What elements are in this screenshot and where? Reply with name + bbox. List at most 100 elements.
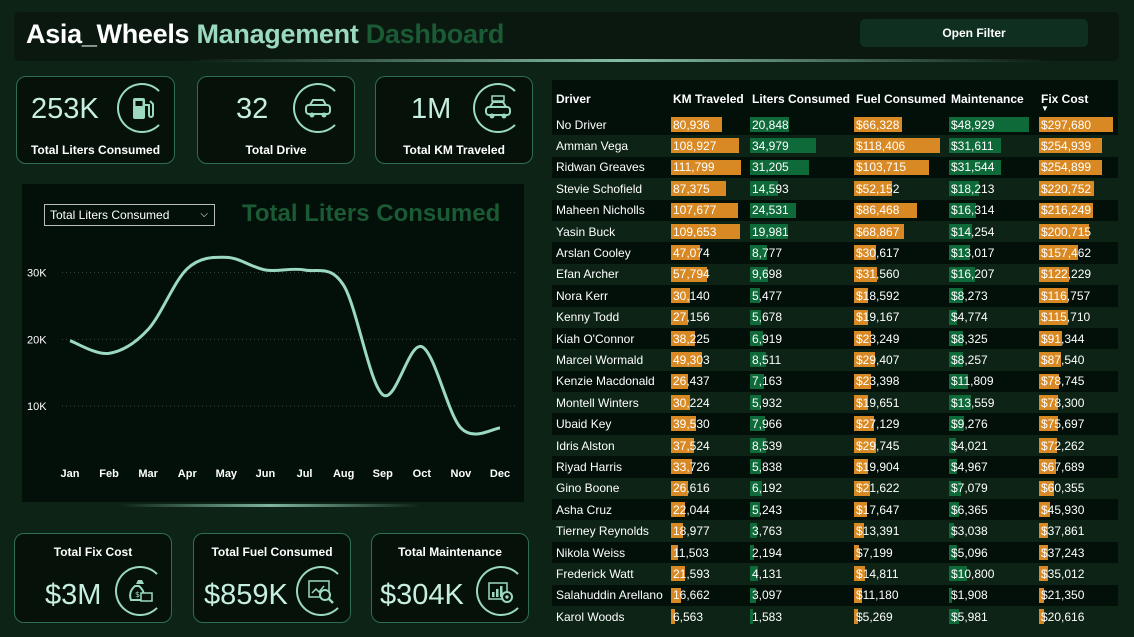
table-row[interactable]: Efan Archer 57,794 9,698 $31,560 $16,207 $122… [552, 263, 1118, 286]
data-point[interactable] [261, 266, 269, 274]
table-row[interactable]: Kiah O'Connor 38,225 6,919 $23,249 $8,325 $91… [552, 327, 1118, 350]
fix-cell: $35,012 [1037, 563, 1118, 585]
data-point[interactable] [418, 343, 426, 351]
kpi-total-fix-cost: Total Fix Cost $3M $ [14, 533, 172, 623]
data-point[interactable] [457, 424, 465, 432]
fuel-cell: $30,617 [852, 242, 947, 264]
svg-text:$: $ [135, 590, 140, 599]
table-row[interactable]: No Driver 80,936 20,848 $66,328 $48,929 $297,… [552, 114, 1118, 136]
liters-value: 20,848 [752, 117, 789, 132]
data-point[interactable] [144, 325, 152, 333]
driver-cell: Ubaid Key [552, 413, 669, 435]
liters-value: 6,192 [752, 481, 783, 496]
fuel-cell: $66,328 [852, 114, 947, 136]
maint-cell: $1,908 [947, 584, 1037, 606]
km-cell: 16,662 [669, 584, 748, 606]
fuel-value: $103,715 [856, 160, 907, 175]
table-row[interactable]: Asha Cruz 22,044 5,243 $17,647 $6,365 $45,930 [552, 499, 1118, 521]
fuel-value: $13,391 [856, 524, 900, 539]
km-cell: 80,936 [669, 114, 748, 136]
fuel-value: $29,745 [856, 438, 900, 453]
table-row[interactable]: Stevie Schofield 87,375 14,593 $52,152 $18,2… [552, 178, 1118, 200]
table-row[interactable]: Ubaid Key 39,530 7,966 $27,129 $9,276 $75,697 [552, 413, 1118, 435]
table-header-row: Driver KM Traveled Liters Consumed Fuel … [552, 80, 1118, 114]
table-row[interactable]: Riyad Harris 33,726 5,838 $19,904 $4,967 $67,… [552, 456, 1118, 478]
drivers-table: Driver KM Traveled Liters Consumed Fuel … [552, 80, 1118, 628]
table-row[interactable]: Amman Vega 108,927 34,979 $118,406 $31,611 $2… [552, 135, 1118, 157]
maint-cell: $31,544 [947, 156, 1037, 179]
table-row[interactable]: Idris Alston 37,524 8,539 $29,745 $4,021 $72,… [552, 434, 1118, 457]
km-value: 107,677 [673, 203, 717, 218]
table-row[interactable]: Frederick Watt 21,593 4,131 $14,811 $10,800 $… [552, 563, 1118, 585]
column-header-fuel[interactable]: Fuel Consumed [852, 80, 947, 114]
table-row[interactable]: Nikola Weiss 11,503 2,194 $7,199 $5,096 $37,2… [552, 541, 1118, 564]
data-point[interactable] [105, 349, 113, 357]
y-tick-label: 10K [27, 401, 47, 413]
data-point[interactable] [340, 281, 348, 289]
data-point[interactable] [222, 253, 230, 261]
km-cell: 109,653 [669, 220, 748, 243]
data-point[interactable] [66, 337, 74, 345]
maint-value: $5,096 [951, 545, 988, 560]
fix-value: $87,540 [1041, 352, 1085, 367]
km-value: 39,530 [673, 417, 710, 432]
table-row[interactable]: Nora Kerr 30,140 5,477 $18,592 $8,273 $116,75… [552, 285, 1118, 307]
driver-cell: Yasin Buck [552, 220, 669, 243]
x-tick-label: Dec [490, 468, 510, 480]
y-tick-label: 30K [27, 268, 47, 280]
table-row[interactable]: Salahuddin Arellano 16,662 3,097 $11,180 $1,… [552, 584, 1118, 606]
kpi-total-fuel: Total Fuel Consumed $859K [193, 533, 351, 623]
table-row[interactable]: Ridwan Greaves 111,799 31,205 $103,715 $31,5… [552, 156, 1118, 179]
cars-icon [293, 83, 343, 133]
x-tick-label: Apr [178, 468, 198, 480]
column-header-maintenance[interactable]: Maintenance [947, 80, 1037, 114]
fuel-value: $31,560 [856, 267, 900, 282]
driver-cell: Frederick Watt [552, 563, 669, 585]
table-row[interactable]: Karol Woods 6,563 1,583 $5,269 $5,981 $20,616 [552, 605, 1118, 628]
header-divider [190, 59, 1050, 62]
liters-cell: 4,131 [748, 563, 852, 585]
table-row[interactable]: Marcel Wormald 49,303 8,511 $29,407 $8,257 $8… [552, 349, 1118, 371]
open-filter-button[interactable]: Open Filter [860, 19, 1088, 47]
km-value: 38,225 [673, 331, 710, 346]
fix-cell: $67,689 [1037, 456, 1118, 478]
data-point[interactable] [379, 391, 387, 399]
fix-cell: $60,355 [1037, 477, 1118, 500]
table-row[interactable]: Kenny Todd 27,156 5,678 $19,167 $4,774 $115,7… [552, 306, 1118, 328]
fuel-cell: $19,167 [852, 306, 947, 328]
table-row[interactable]: Maheen Nicholls 107,677 24,531 $86,468 $16,3… [552, 199, 1118, 221]
fuel-cell: $19,651 [852, 392, 947, 414]
page-title: Asia_Wheels Management Dashboard [26, 19, 504, 50]
column-header-liters[interactable]: Liters Consumed [748, 80, 852, 114]
liters-cell: 31,205 [748, 156, 852, 179]
driver-cell: Ridwan Greaves [552, 156, 669, 179]
data-point[interactable] [301, 266, 309, 274]
table-row[interactable]: Arslan Cooley 47,074 8,777 $30,617 $13,017 $1… [552, 242, 1118, 264]
km-cell: 111,799 [669, 156, 748, 179]
maint-cell: $5,981 [947, 605, 1037, 628]
table-row[interactable]: Montell Winters 30,224 5,932 $19,651 $13,559… [552, 392, 1118, 414]
data-point[interactable] [183, 265, 191, 273]
table-row[interactable]: Yasin Buck 109,653 19,981 $68,867 $14,254 $20… [552, 220, 1118, 243]
liters-value: 3,763 [752, 524, 783, 539]
table-row[interactable]: Gino Boone 26,616 6,192 $21,622 $7,079 $60,35… [552, 477, 1118, 500]
column-header-fix-cost[interactable]: Fix Cost ▼ [1037, 80, 1118, 114]
maint-cell: $7,079 [947, 477, 1037, 500]
fix-value: $75,697 [1041, 417, 1085, 432]
maint-cell: $13,559 [947, 392, 1037, 414]
fuel-value: $29,407 [856, 352, 900, 367]
column-header-driver[interactable]: Driver [552, 80, 669, 114]
table-row[interactable]: Tierney Reynolds 18,977 3,763 $13,391 $3,038… [552, 520, 1118, 542]
driver-cell: Tierney Reynolds [552, 520, 669, 542]
table-row[interactable]: Kenzie Macdonald 26,437 7,163 $23,398 $11,80… [552, 370, 1118, 393]
data-point[interactable] [496, 424, 504, 432]
liters-value: 3,097 [752, 588, 783, 603]
fix-cell: $91,344 [1037, 327, 1118, 350]
km-cell: 26,437 [669, 370, 748, 393]
maint-cell: $4,774 [947, 306, 1037, 328]
fuel-value: $19,651 [856, 395, 900, 410]
fix-value: $220,752 [1041, 181, 1092, 196]
column-header-km[interactable]: KM Traveled [669, 80, 748, 114]
maint-value: $31,611 [951, 139, 994, 154]
liters-cell: 5,678 [748, 306, 852, 328]
